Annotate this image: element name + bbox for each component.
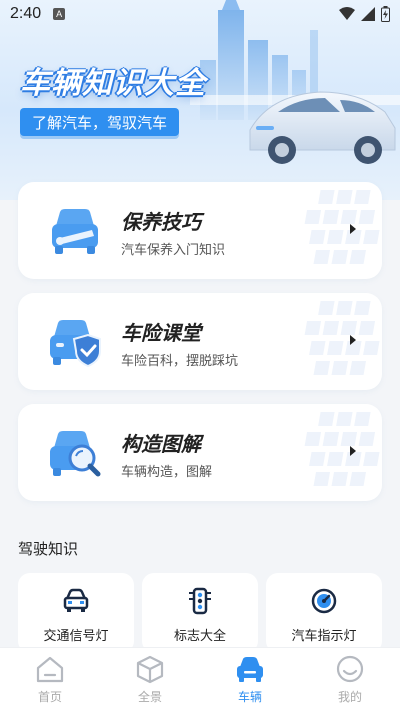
car-magnifier-icon [50,431,101,477]
hero-tagline: 了解汽车，驾驭汽车 [20,108,180,136]
wifi-icon [339,7,355,20]
decorative-tiles [304,190,380,264]
tab-label: 首页 [37,690,62,704]
tab-label: 全景 [137,690,162,704]
arrow-right-icon [350,446,356,456]
cube-icon [136,655,164,684]
card-title: 构造图解 [121,434,201,456]
notification-badge: A [53,8,66,20]
card-structure-diagrams[interactable]: 构造图解 车辆构造，图解 [18,404,382,501]
tab-home[interactable]: 首页 [0,648,100,711]
signal-icon [361,7,375,21]
hero-title: 车辆知识大全 [20,67,206,100]
city-car-illustration [190,0,400,164]
decorative-tiles [304,412,380,486]
section-title-driving-knowledge: 驾驶知识 [18,541,79,558]
status-bar: 2:40 A [0,0,400,28]
status-time: 2:40 [10,5,42,22]
tab-vehicle[interactable]: 车辆 [200,648,300,711]
shortcut-dashboard-indicators[interactable]: 汽车指示灯 [266,573,382,653]
tab-label: 我的 [337,690,362,704]
gauge-icon [311,588,337,614]
card-title: 保养技巧 [121,212,201,234]
card-insurance-class[interactable]: 车险课堂 车险百科，摆脱踩坑 [18,293,382,390]
card-subtitle: 汽车保养入门知识 [121,242,226,257]
battery-icon [381,6,390,22]
card-maintenance-tips[interactable]: 保养技巧 汽车保养入门知识 [18,182,382,279]
shortcut-sign-encyclopedia[interactable]: 标志大全 [142,573,258,653]
card-subtitle: 车险百科，摆脱踩坑 [121,353,239,368]
decorative-tiles [304,301,380,375]
car-icon [237,657,263,682]
traffic-light-icon [189,587,211,615]
bottom-tab-bar: 首页 全景 车辆 我的 [0,647,400,711]
tab-panorama[interactable]: 全景 [100,648,200,711]
arrow-right-icon [350,335,356,345]
shortcut-label: 标志大全 [173,628,226,643]
car-shield-check-icon [50,320,101,367]
home-icon [36,656,64,683]
arrow-right-icon [350,224,356,234]
smiley-icon [336,655,364,683]
car-wrench-icon [52,209,98,254]
shortcut-label: 汽车指示灯 [291,628,357,643]
card-subtitle: 车辆构造，图解 [121,464,213,479]
hero-banner: 车辆知识大全 了解汽车，驾驭汽车 [0,0,400,200]
car-front-icon [63,588,89,612]
shortcut-traffic-signals[interactable]: 交通信号灯 [18,573,134,653]
tab-label: 车辆 [237,690,262,704]
shortcut-label: 交通信号灯 [43,628,109,643]
tab-profile[interactable]: 我的 [300,648,400,711]
card-title: 车险课堂 [121,323,201,345]
